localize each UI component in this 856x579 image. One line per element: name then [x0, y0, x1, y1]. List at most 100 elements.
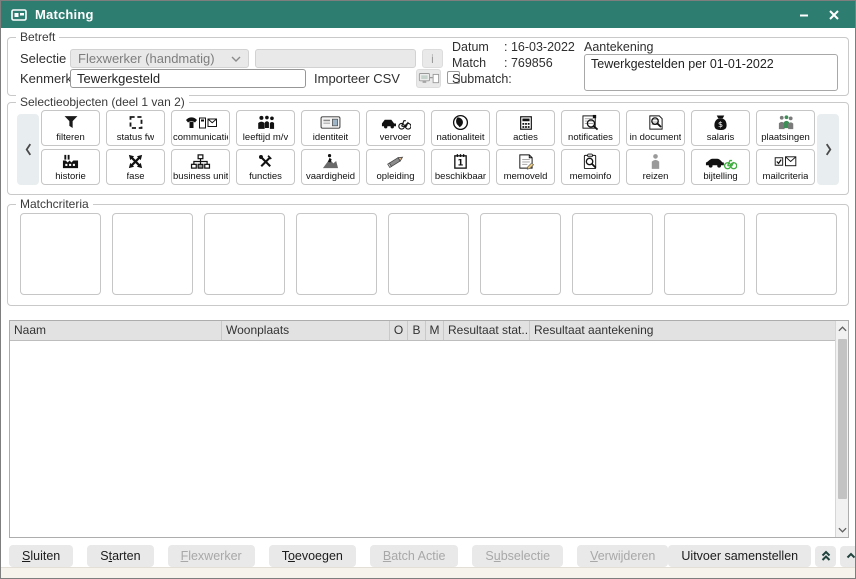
historie-icon	[61, 152, 80, 171]
selectie-dropdown[interactable]: Flexwerker (handmatig)	[70, 49, 249, 68]
close-button[interactable]	[823, 7, 845, 23]
footer-button-toevoegen[interactable]: Toevoegen	[269, 545, 356, 567]
matchcriteria-slot-3[interactable]	[204, 213, 285, 295]
footer-button-sluiten[interactable]: Sluiten	[9, 545, 73, 567]
selection-object-label: beschikbaar	[435, 171, 486, 182]
match-label: Match	[452, 56, 504, 70]
selection-object-status-fw[interactable]: status fw	[106, 110, 165, 146]
selection-object-plaatsingen[interactable]: plaatsingen	[756, 110, 815, 146]
status-bar	[1, 567, 855, 578]
selection-object-memoinfo[interactable]: memoinfo	[561, 149, 620, 185]
selection-object-business-unit[interactable]: business unit	[171, 149, 230, 185]
scroll-down-button[interactable]	[836, 522, 848, 537]
selection-object-beschikbaar[interactable]: 1beschikbaar	[431, 149, 490, 185]
column-header-woonplaats[interactable]: Woonplaats	[222, 321, 390, 340]
footer-button-flexwerker[interactable]: Flexwerker	[168, 545, 255, 567]
selectie-extra-input[interactable]	[255, 49, 416, 68]
kenmerk-input[interactable]	[70, 69, 306, 88]
info-button[interactable]: i	[422, 49, 443, 68]
notificaties-icon	[580, 113, 601, 132]
selection-object-vaardigheid[interactable]: vaardigheid	[301, 149, 360, 185]
selection-object-notificaties[interactable]: notificaties	[561, 110, 620, 146]
footer-bar: Sluiten Starten Flexwerker Toevoegen Batch A…	[1, 542, 855, 570]
footer-button-verwijderen[interactable]: Verwijderen	[577, 545, 668, 567]
double-up-button[interactable]	[815, 546, 836, 567]
selectieobjecten-group: Selectieobjecten (deel 1 van 2) filteren…	[7, 102, 849, 195]
selectieobjecten-legend: Selectieobjecten (deel 1 van 2)	[16, 95, 189, 109]
selection-object-label: reizen	[643, 171, 669, 182]
column-header-m[interactable]: M	[426, 321, 444, 340]
selection-object-historie[interactable]: historie	[41, 149, 100, 185]
up-icon	[845, 550, 856, 562]
scroll-left-button[interactable]	[17, 114, 39, 185]
table-body[interactable]	[10, 341, 835, 537]
selection-object-acties[interactable]: acties	[496, 110, 555, 146]
selection-object-opleiding[interactable]: opleiding	[366, 149, 425, 185]
selection-object-label: identiteit	[313, 132, 348, 143]
matchcriteria-slot-1[interactable]	[20, 213, 101, 295]
scroll-right-button[interactable]	[817, 114, 839, 185]
footer-button-starten[interactable]: Starten	[87, 545, 153, 567]
datum-row: Datum : 16-03-2022	[452, 40, 575, 54]
chevron-up-icon	[838, 326, 847, 332]
nationaliteit-icon	[452, 113, 469, 132]
selection-object-leeftijd-mv[interactable]: leeftijd m/v	[236, 110, 295, 146]
selection-object-label: acties	[513, 132, 538, 143]
svg-text:$: $	[718, 120, 723, 129]
betreft-legend: Betreft	[16, 30, 59, 44]
column-header-resultaat-aantekening[interactable]: Resultaat aantekening	[530, 321, 835, 340]
aantekening-box[interactable]: Tewerkgestelden per 01-01-2022	[584, 54, 838, 91]
selection-object-label: business unit	[173, 171, 228, 182]
selection-object-identiteit[interactable]: identiteit	[301, 110, 360, 146]
minimize-button[interactable]	[793, 7, 815, 23]
results-table: NaamWoonplaatsOBMResultaat stat...Result…	[9, 320, 849, 538]
selection-object-reizen[interactable]: reizen	[626, 149, 685, 185]
selection-object-functies[interactable]: functies	[236, 149, 295, 185]
selection-object-bijtelling[interactable]: bijtelling	[691, 149, 750, 185]
column-header-resultaat-stat[interactable]: Resultaat stat...	[444, 321, 530, 340]
column-header-b[interactable]: B	[408, 321, 426, 340]
up-button[interactable]	[840, 546, 856, 567]
footer-button-subselectie[interactable]: Subselectie	[472, 545, 563, 567]
importeer-csv-button[interactable]	[416, 69, 441, 88]
selection-object-label: leeftijd m/v	[243, 132, 288, 143]
matchcriteria-slot-5[interactable]	[388, 213, 469, 295]
submatch-label: Submatch:	[452, 72, 512, 86]
matchcriteria-slot-6[interactable]	[480, 213, 561, 295]
window-title: Matching	[35, 7, 94, 22]
selection-object-communicatie[interactable]: communicatie	[171, 110, 230, 146]
selection-object-filteren[interactable]: filteren	[41, 110, 100, 146]
importeer-csv-label: Importeer CSV	[314, 71, 400, 86]
mailcriteria-icon	[773, 152, 798, 171]
selection-object-mailcriteria[interactable]: mailcriteria	[756, 149, 815, 185]
uitvoer-samenstellen-button[interactable]: Uitvoer samenstellen	[668, 545, 811, 567]
titlebar: Matching	[1, 1, 855, 28]
import-csv-icon	[418, 72, 440, 86]
matchcriteria-slot-2[interactable]	[112, 213, 193, 295]
footer-button-batch-actie[interactable]: Batch Actie	[370, 545, 459, 567]
betreft-group: Betreft Selectie Flexwerker (handmatig) …	[7, 37, 849, 96]
app-icon	[11, 9, 27, 21]
minimize-icon	[798, 9, 810, 21]
selection-object-salaris[interactable]: $salaris	[691, 110, 750, 146]
matchcriteria-slot-7[interactable]	[572, 213, 653, 295]
chevron-down-icon	[231, 56, 241, 62]
selection-object-memoveld[interactable]: memoveld	[496, 149, 555, 185]
plaatsingen-icon	[776, 113, 795, 132]
scroll-up-button[interactable]	[836, 321, 848, 336]
vertical-scrollbar[interactable]	[835, 321, 848, 537]
reizen-icon	[649, 152, 662, 171]
aantekening-label: Aantekening	[584, 40, 654, 54]
scrollbar-thumb[interactable]	[838, 339, 847, 499]
matchcriteria-slot-8[interactable]	[664, 213, 745, 295]
column-header-naam[interactable]: Naam	[10, 321, 222, 340]
selection-object-label: notificaties	[568, 132, 613, 143]
matchcriteria-slot-4[interactable]	[296, 213, 377, 295]
selection-object-vervoer[interactable]: vervoer	[366, 110, 425, 146]
selection-object-in-document[interactable]: in document	[626, 110, 685, 146]
column-header-o[interactable]: O	[390, 321, 408, 340]
selection-object-nationaliteit[interactable]: nationaliteit	[431, 110, 490, 146]
matchcriteria-group: Matchcriteria	[7, 204, 849, 306]
selection-object-fase[interactable]: fase	[106, 149, 165, 185]
matchcriteria-slot-9[interactable]	[756, 213, 837, 295]
